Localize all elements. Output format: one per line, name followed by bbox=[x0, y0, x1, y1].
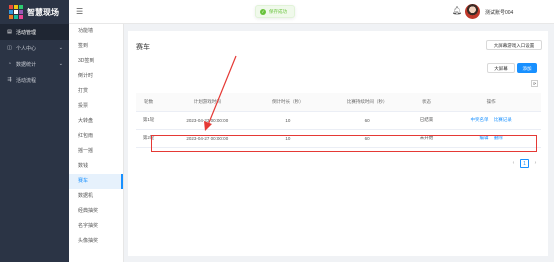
table-row: 第1轮 2023-04-23 00:00:00 10 60 已结束 中奖名单 比… bbox=[136, 111, 541, 130]
logo-tile bbox=[9, 15, 13, 19]
table-header-row: 轮数 计划游戏时间 倒计时长（秒） 比赛持续时间（秒） 状态 操作 bbox=[136, 93, 541, 112]
cell-countdown: 10 bbox=[253, 111, 323, 130]
cell-status: 已结束 bbox=[411, 111, 442, 130]
submenu-item[interactable]: 投票 bbox=[69, 99, 123, 114]
add-button[interactable]: 添加 bbox=[517, 63, 537, 73]
logo-tile bbox=[14, 5, 18, 9]
activity-submenu: 功能墙 签到 3D签到 倒计时 打赏 投票 大转盘 红包雨 摇一摇 数钱 赛车 数据机 经典抽奖 名字抽奖… bbox=[69, 24, 124, 262]
chart-icon: ◔ bbox=[7, 61, 12, 67]
submenu-item[interactable]: 赛车 bbox=[69, 174, 123, 189]
col-status: 状态 bbox=[411, 93, 442, 112]
chevron-down-icon: ⌄ bbox=[58, 45, 63, 51]
refresh-icon[interactable]: ⟳ bbox=[531, 80, 538, 87]
highlight-box bbox=[151, 135, 537, 152]
submenu-item[interactable]: 红包雨 bbox=[69, 129, 123, 144]
big-screen-button[interactable]: 大屏幕 bbox=[487, 63, 515, 73]
top-header: ☰ ✓ 保存成功 🔔︎ 测试账号004 bbox=[69, 0, 554, 24]
brand-logo[interactable]: 智慧现场 bbox=[0, 0, 69, 24]
records-link[interactable]: 比赛记录 bbox=[494, 117, 512, 122]
logo-tile bbox=[9, 10, 13, 14]
submenu-item[interactable]: 大转盘 bbox=[69, 114, 123, 129]
flow-icon: ⇶ bbox=[7, 77, 12, 83]
sidebar-item-stats[interactable]: ◔ 数据统计 ⌄ bbox=[0, 56, 69, 72]
entry-settings-button[interactable]: 大屏幕游戏入口设置 bbox=[486, 40, 542, 50]
sidebar-item-flow[interactable]: ⇶ 活动流程 bbox=[0, 72, 69, 88]
logo-tile bbox=[14, 15, 18, 19]
submenu-item[interactable]: 打赏 bbox=[69, 84, 123, 99]
col-plan-time: 计划游戏时间 bbox=[161, 93, 254, 112]
check-circle-icon: ✓ bbox=[260, 8, 266, 15]
logo-tile bbox=[19, 15, 23, 19]
submenu-item[interactable]: 3D签到 bbox=[69, 54, 123, 69]
submenu-item[interactable]: 签到 bbox=[69, 39, 123, 54]
prev-page-button[interactable]: ‹ bbox=[509, 159, 518, 168]
sidebar-item-label: 数据统计 bbox=[16, 61, 37, 68]
col-countdown: 倒计时长（秒） bbox=[253, 93, 323, 112]
sidebar-item-activity[interactable]: ▤ 活动管理 bbox=[0, 24, 69, 40]
sidebar-item-label: 活动管理 bbox=[16, 29, 37, 36]
toast-message: 保存成功 bbox=[269, 8, 287, 14]
submenu-item[interactable]: 功能墙 bbox=[69, 24, 123, 39]
submenu-item[interactable]: 数钱 bbox=[69, 159, 123, 174]
cell-duration: 60 bbox=[322, 111, 412, 130]
cell-actions: 中奖名单 比赛记录 bbox=[441, 111, 541, 130]
sidebar-item-label: 个人中心 bbox=[16, 45, 37, 52]
user-name[interactable]: 测试账号004 bbox=[485, 9, 513, 16]
submenu-item[interactable]: 倒计时 bbox=[69, 69, 123, 84]
avatar[interactable] bbox=[465, 4, 480, 19]
menu-toggle-icon[interactable]: ☰ bbox=[76, 7, 83, 16]
success-toast: ✓ 保存成功 bbox=[255, 5, 295, 18]
submenu-item[interactable]: 经典抽奖 bbox=[69, 204, 123, 219]
col-actions: 操作 bbox=[441, 93, 541, 112]
submenu-item[interactable]: 名字抽奖 bbox=[69, 219, 123, 234]
logo-icon bbox=[9, 5, 23, 19]
winners-link[interactable]: 中奖名单 bbox=[471, 117, 489, 122]
user-icon: ◫ bbox=[7, 45, 12, 51]
logo-tile bbox=[19, 5, 23, 9]
next-page-button[interactable]: › bbox=[531, 159, 540, 168]
sidebar-item-label: 活动流程 bbox=[16, 77, 37, 84]
clipboard-icon: ▤ bbox=[7, 29, 12, 35]
col-round: 轮数 bbox=[136, 93, 162, 112]
submenu-item[interactable]: 头像抽奖 bbox=[69, 234, 123, 249]
logo-tile bbox=[9, 5, 13, 9]
submenu-item[interactable]: 摇一摇 bbox=[69, 144, 123, 159]
page-title: 赛车 bbox=[136, 44, 150, 51]
chevron-down-icon: ⌄ bbox=[58, 61, 63, 67]
pagination: ‹ 1 › bbox=[509, 159, 540, 168]
sidebar-item-profile[interactable]: ◫ 个人中心 ⌄ bbox=[0, 40, 69, 56]
submenu-item[interactable]: 数据机 bbox=[69, 189, 123, 204]
page-number-button[interactable]: 1 bbox=[520, 159, 529, 168]
cell-round: 第1轮 bbox=[136, 111, 162, 130]
cell-time: 2023-04-23 00:00:00 bbox=[161, 111, 254, 130]
logo-tile bbox=[14, 10, 18, 14]
bell-icon[interactable]: 🔔︎ bbox=[452, 6, 462, 15]
col-duration: 比赛持续时间（秒） bbox=[322, 93, 412, 112]
sidebar: 智慧现场 ▤ 活动管理 ◫ 个人中心 ⌄ ◔ 数据统计 ⌄ ⇶ 活动流程 bbox=[0, 0, 69, 262]
logo-tile bbox=[19, 10, 23, 14]
brand-name: 智慧现场 bbox=[27, 7, 59, 17]
